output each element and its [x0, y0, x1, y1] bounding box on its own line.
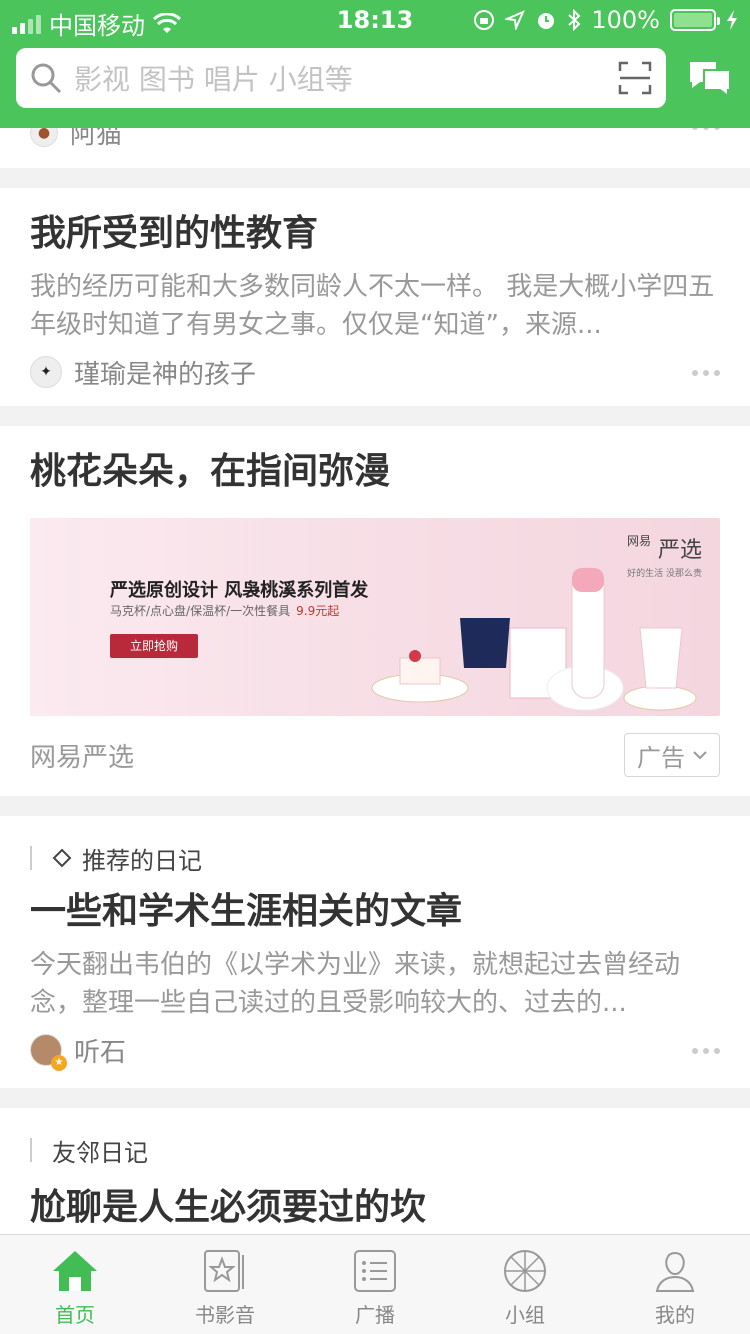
card-title[interactable]: 我所受到的性教育: [30, 208, 720, 260]
ad-banner[interactable]: 严选原创设计 风袅桃溪系列首发 马克杯/点心盘/保温杯/一次性餐具 9.9元起 立…: [30, 518, 720, 716]
feed[interactable]: ● 阿猫 我所受到的性教育 我的经历可能和大多数同龄人不太一样。 我是大概小学四…: [0, 118, 750, 1328]
tab-home[interactable]: 首页: [0, 1235, 150, 1334]
rotation-lock-icon: [474, 10, 495, 30]
status-bar: 中国移动 18:13 100%: [0, 0, 750, 40]
search-placeholder[interactable]: 影视 图书 唱片 小组等: [74, 58, 618, 98]
card-title[interactable]: 一些和学术生涯相关的文章: [30, 886, 720, 938]
tab-label: 广播: [355, 1303, 395, 1327]
author-name[interactable]: 听石: [74, 1032, 126, 1069]
banner-subtitle: 马克杯/点心盘/保温杯/一次性餐具 9.9元起: [110, 604, 340, 618]
tab-broadcast[interactable]: 广播: [300, 1235, 450, 1334]
ad-label-text: 广告: [637, 743, 685, 772]
avatar: ✦: [30, 356, 62, 388]
author-name[interactable]: 瑾瑜是神的孩子: [74, 354, 256, 391]
tab-bar: 首页 书影音 广播 小组 我的: [0, 1234, 750, 1334]
search-bar[interactable]: 影视 图书 唱片 小组等: [16, 48, 666, 108]
diamond-icon: [52, 848, 72, 868]
chat-icon[interactable]: [686, 56, 734, 100]
search-icon: [31, 63, 62, 94]
card-title[interactable]: 尬聊是人生必须要过的坎: [30, 1182, 720, 1234]
charging-icon: [727, 10, 737, 30]
bluetooth-icon: [568, 9, 581, 31]
banner-title: 严选原创设计 风袅桃溪系列首发: [110, 580, 369, 601]
broadcast-icon: [354, 1250, 396, 1292]
more-icon[interactable]: [692, 1048, 720, 1054]
tab-label: 我的: [655, 1303, 695, 1327]
ad-source[interactable]: 网易严选: [30, 737, 134, 774]
alarm-icon: [538, 13, 555, 29]
banner-buy-button[interactable]: 立即抢购: [110, 634, 198, 658]
feed-card[interactable]: 推荐的日记 一些和学术生涯相关的文章 今天翻出韦伯的《以学术为业》来读，就想起过…: [0, 816, 750, 1088]
home-icon: [53, 1251, 97, 1291]
star-badge-icon: ★: [51, 1055, 67, 1071]
card-excerpt: 我的经历可能和大多数同龄人不太一样。 我是大概小学四五年级时知道了有男女之事。仅…: [30, 272, 715, 340]
product-image: [371, 567, 697, 711]
feed-card[interactable]: 我所受到的性教育 我的经历可能和大多数同龄人不太一样。 我是大概小学四五年级时知…: [0, 188, 750, 406]
tab-group[interactable]: 小组: [450, 1235, 600, 1334]
location-icon: [505, 10, 526, 30]
group-icon: [504, 1250, 546, 1292]
card-tag: 推荐的日记: [30, 840, 720, 876]
card-excerpt: 今天翻出韦伯的《以学术为业》来读，就想起过去曾经动念，整理一些自己读过的且受影响…: [30, 950, 681, 1018]
card-tag: 友邻日记: [30, 1132, 720, 1168]
ad-card[interactable]: 桃花朵朵，在指间弥漫 严选原创设计 风袅桃溪系列首发 马克杯/点心盘/保温杯/一…: [0, 426, 750, 796]
tab-label: 首页: [55, 1303, 95, 1327]
tab-book-movie[interactable]: 书影音: [150, 1235, 300, 1334]
book-movie-icon: [204, 1250, 244, 1292]
feed-card-partial[interactable]: ● 阿猫: [0, 118, 750, 168]
ad-label-button[interactable]: 广告: [624, 733, 720, 777]
tab-profile[interactable]: 我的: [600, 1235, 750, 1334]
header: 中国移动 18:13 100% 影视 图书 唱片 小组等: [0, 0, 750, 128]
ad-title[interactable]: 桃花朵朵，在指间弥漫: [30, 446, 720, 498]
battery-percent: 100%: [591, 6, 660, 34]
battery-icon: [670, 9, 720, 31]
avatar: ★: [30, 1034, 67, 1071]
tab-label: 小组: [505, 1303, 545, 1327]
chevron-down-icon: [693, 751, 707, 760]
scan-icon[interactable]: [618, 61, 652, 95]
profile-icon: [655, 1251, 695, 1292]
tab-label: 书影音: [195, 1303, 255, 1327]
more-icon[interactable]: [692, 370, 720, 376]
